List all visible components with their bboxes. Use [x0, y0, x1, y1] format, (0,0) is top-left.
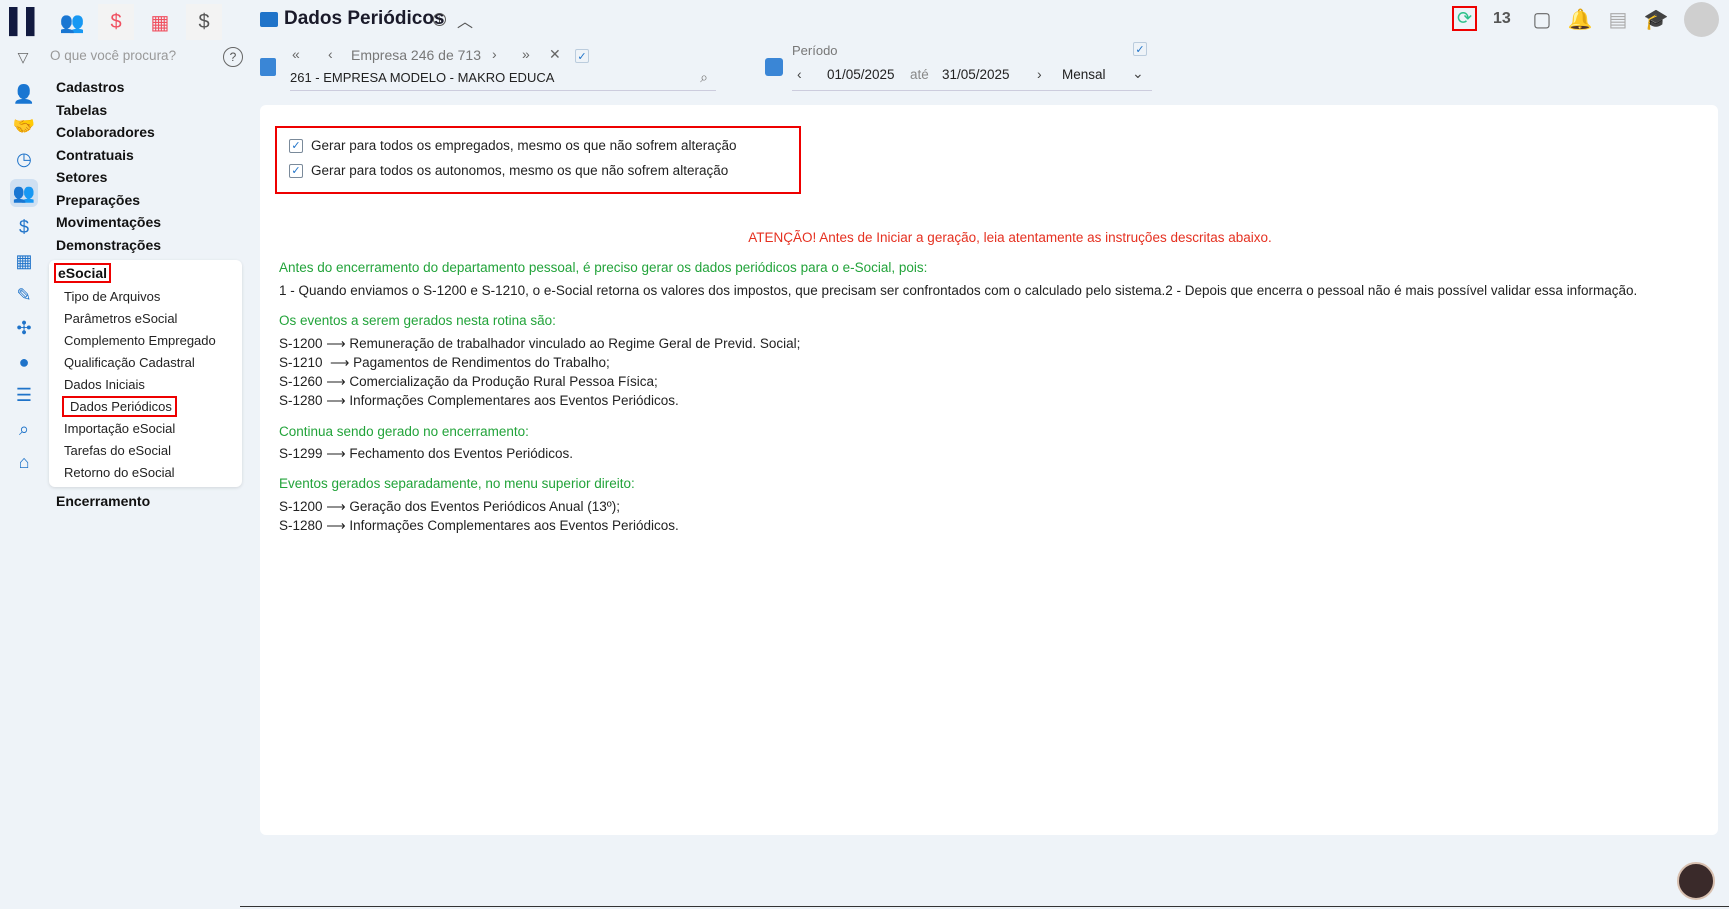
period-type[interactable]: Mensal — [1062, 67, 1106, 82]
company-name: 261 - EMPRESA MODELO - MAKRO EDUCA — [290, 70, 555, 85]
period-sep: até — [910, 67, 929, 82]
search-icon[interactable]: ⌕ — [10, 415, 38, 443]
menu-contratuais[interactable]: Contratuais — [56, 147, 134, 163]
calculator-icon[interactable]: ▦ — [10, 247, 38, 275]
info-icon[interactable]: i — [433, 13, 446, 26]
refresh-button[interactable]: ⟳ — [1452, 6, 1477, 31]
event-line: S-1299 ⟶ Fechamento dos Eventos Periódic… — [279, 446, 574, 461]
heading-closing: Continua sendo gerado no encerramento: — [279, 424, 529, 439]
intro-text: 1 - Quando enviamos o S-1200 e S-1210, o… — [279, 283, 1638, 298]
event-line: S-1280 ⟶ Informações Complementares aos … — [279, 518, 679, 533]
submenu-importacao[interactable]: Importação eSocial — [64, 421, 175, 436]
menu-tabelas[interactable]: Tabelas — [56, 102, 107, 118]
graduation-cap-icon[interactable]: 🎓 — [1644, 7, 1669, 31]
submenu-retorno[interactable]: Retorno do eSocial — [64, 465, 175, 480]
chevron-down-icon[interactable]: ⌄ — [1132, 65, 1144, 82]
menu-setores[interactable]: Setores — [56, 169, 107, 185]
period-selector: ‹ 01/05/2025 até 31/05/2025 › Mensal ⌄ — [792, 64, 1152, 91]
calendar-icon — [765, 58, 783, 76]
assistant-avatar[interactable] — [1677, 862, 1715, 900]
menu-cadastros[interactable]: Cadastros — [56, 79, 124, 95]
last-company-button[interactable]: » — [522, 46, 530, 62]
company-checkbox[interactable]: ✓ — [575, 49, 589, 63]
network-icon[interactable]: ✣ — [10, 314, 38, 342]
divider — [240, 906, 1729, 907]
menu-preparacoes[interactable]: Preparações — [56, 192, 140, 208]
event-line: S-1280 ⟶ Informações Complementares aos … — [279, 393, 679, 408]
collapse-icon[interactable]: ︿ — [457, 8, 473, 32]
people-icon[interactable]: 👥 — [10, 179, 38, 207]
main-panel — [260, 105, 1718, 835]
menu-demonstracoes[interactable]: Demonstrações — [56, 237, 161, 253]
warning-text: ATENÇÃO! Antes de Iniciar a geração, lei… — [748, 230, 1272, 245]
clock-icon[interactable]: ◷ — [10, 145, 38, 173]
checkbox-employees[interactable]: ✓ — [289, 138, 303, 153]
submenu-parametros[interactable]: Parâmetros eSocial — [64, 311, 177, 326]
first-company-button[interactable]: « — [292, 46, 300, 62]
people-icon[interactable]: 👥 — [54, 4, 90, 40]
notification-count: 13 — [1493, 10, 1511, 27]
menu-movimentacoes[interactable]: Movimentações — [56, 214, 161, 230]
monitor-icon — [260, 12, 278, 27]
search-input[interactable]: O que você procura? — [50, 48, 176, 63]
building-icon — [260, 58, 276, 76]
calculator-icon[interactable]: ▦ — [142, 4, 178, 40]
menu-esocial[interactable]: eSocial — [54, 263, 112, 283]
layers-icon[interactable]: ☰ — [10, 381, 38, 409]
period-label: Período — [792, 43, 838, 58]
option-autonomous-label: Gerar para todos os autonomos, mesmo os … — [311, 163, 729, 178]
heading-separate: Eventos gerados separadamente, no menu s… — [279, 476, 635, 491]
company-counter: Empresa 246 de 713 — [351, 47, 481, 63]
home-icon[interactable]: ⌂ — [10, 448, 38, 476]
checkbox-autonomous[interactable]: ✓ — [289, 163, 303, 178]
menu-colaboradores[interactable]: Colaboradores — [56, 124, 155, 140]
period-end[interactable]: 31/05/2025 — [942, 67, 1010, 82]
option-employees[interactable]: ✓ Gerar para todos os empregados, mesmo o… — [289, 138, 736, 153]
option-employees-label: Gerar para todos os empregados, mesmo os… — [311, 138, 737, 153]
option-autonomous[interactable]: ✓ Gerar para todos os autonomos, mesmo os… — [289, 163, 728, 178]
next-company-button[interactable]: › — [492, 46, 497, 62]
page-title: Dados Periódicos — [284, 8, 445, 29]
money-bag-icon[interactable]: ● — [10, 348, 38, 376]
prev-period-button[interactable]: ‹ — [797, 66, 802, 82]
period-checkbox[interactable]: ✓ — [1133, 42, 1147, 56]
next-period-button[interactable]: › — [1037, 66, 1042, 82]
handshake-icon[interactable]: 🤝 — [10, 112, 38, 140]
submenu-dados-iniciais[interactable]: Dados Iniciais — [64, 377, 145, 392]
user-settings-icon[interactable]: 👤 — [10, 80, 38, 108]
dollar-circle-icon[interactable]: $ — [10, 213, 38, 241]
prev-company-button[interactable]: ‹ — [328, 46, 333, 62]
heading-events: Os eventos a serem gerados nesta rotina … — [279, 313, 556, 328]
period-start[interactable]: 01/05/2025 — [827, 67, 895, 82]
filter-icon[interactable]: ▽ — [12, 46, 34, 68]
event-line: S-1260 ⟶ Comercialização da Produção Rur… — [279, 374, 658, 389]
logo: ▌▌ — [9, 8, 44, 35]
submenu-dados-periodicos[interactable]: Dados Periódicos — [62, 396, 177, 417]
options-box — [275, 126, 801, 194]
report-search-icon[interactable]: ▤ — [1606, 7, 1630, 31]
event-line: S-1200 ⟶ Geração dos Eventos Periódicos … — [279, 499, 620, 514]
dollar-icon[interactable]: $ — [98, 4, 134, 40]
search-icon[interactable]: ⌕ — [700, 69, 708, 86]
intro-heading: Antes do encerramento do departamento pe… — [279, 260, 928, 275]
money-bag-icon[interactable]: $ — [186, 4, 222, 40]
event-line: S-1210 ⟶ Pagamentos de Rendimentos do Tr… — [279, 355, 610, 370]
user-avatar[interactable] — [1684, 2, 1719, 37]
clear-icon[interactable]: ✕ — [549, 46, 561, 63]
help-icon[interactable]: ? — [223, 47, 243, 67]
document-icon[interactable]: ▢ — [1530, 7, 1554, 31]
submenu-tarefas[interactable]: Tarefas do eSocial — [64, 443, 171, 458]
bell-icon[interactable]: 🔔 — [1568, 7, 1593, 31]
submenu-qualificacao[interactable]: Qualificação Cadastral — [64, 355, 195, 370]
submenu-complemento[interactable]: Complemento Empregado — [64, 333, 216, 348]
submenu-tipo-arquivos[interactable]: Tipo de Arquivos — [64, 289, 160, 304]
company-input[interactable]: 261 - EMPRESA MODELO - MAKRO EDUCA ⌕ — [290, 69, 716, 91]
event-line: S-1200 ⟶ Remuneração de trabalhador vinc… — [279, 336, 801, 351]
menu-encerramento[interactable]: Encerramento — [56, 493, 150, 509]
tools-icon[interactable]: ✎ — [10, 281, 38, 309]
